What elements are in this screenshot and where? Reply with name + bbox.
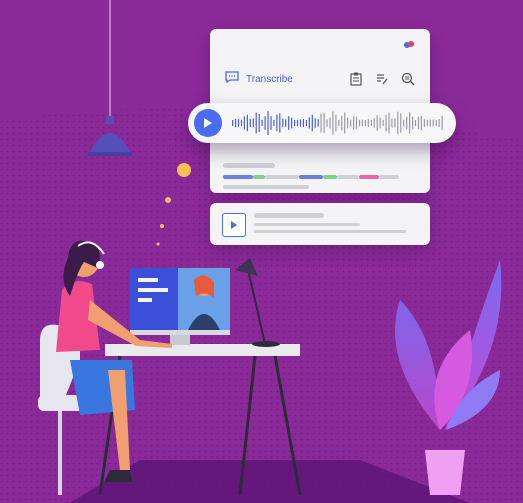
- waveform-bar: [417, 116, 420, 130]
- waveform-bar: [423, 119, 425, 127]
- waveform-bar: [249, 119, 251, 127]
- waveform-bar: [438, 119, 440, 127]
- waveform-bar: [317, 119, 319, 127]
- waveform-bar: [288, 116, 290, 130]
- waveform-bar: [406, 116, 408, 130]
- panel-toolbar: Transcribe: [224, 69, 416, 89]
- waveform-bar: [435, 119, 437, 127]
- waveform-bar: [414, 120, 417, 127]
- waveform-bar: [326, 119, 328, 127]
- waveform-bar: [276, 114, 278, 132]
- waveform-bar: [235, 118, 237, 128]
- waveform-bar: [323, 113, 325, 133]
- waveform-bar: [358, 119, 361, 127]
- waveform-bar: [270, 116, 272, 130]
- waveform-bar: [382, 119, 384, 127]
- waveform-bar: [258, 114, 260, 132]
- waveform-bar: [353, 116, 355, 130]
- waveform-bar: [273, 119, 275, 127]
- waveform-bar: [261, 119, 263, 127]
- clipboard-icon[interactable]: [348, 71, 364, 87]
- waveform-bar: [341, 115, 343, 131]
- waveform-bar: [285, 119, 287, 127]
- audio-player: [188, 103, 456, 143]
- transcribe-button[interactable]: Transcribe: [224, 70, 293, 89]
- waveform-bar: [367, 119, 369, 127]
- play-icon: [204, 118, 212, 128]
- document-edit-icon[interactable]: [374, 71, 390, 87]
- waveform-bar: [243, 116, 245, 130]
- waveform-bar: [344, 112, 346, 134]
- waveform-bar: [320, 113, 322, 133]
- transcript-lines: [223, 163, 399, 189]
- waveform-bar: [379, 117, 381, 129]
- waveform-bar: [308, 117, 310, 129]
- waveform-bar: [420, 116, 422, 131]
- waveform-bar: [237, 119, 240, 127]
- play-icon: [231, 221, 237, 229]
- waveform-bar: [370, 120, 372, 127]
- chat-icon: [224, 70, 240, 89]
- waveform-bar: [305, 120, 307, 126]
- waveform-bar: [291, 117, 293, 129]
- waveform-bar: [246, 114, 248, 132]
- waveform-bar: [232, 120, 234, 126]
- audio-item: [210, 203, 430, 245]
- waveform-bar: [338, 120, 340, 126]
- waveform-bar: [403, 119, 405, 127]
- waveform-bar: [267, 111, 269, 135]
- waveform-bar: [441, 115, 443, 131]
- waveform-bar: [429, 119, 431, 127]
- waveform-bar: [385, 114, 387, 132]
- waveform-bar: [400, 113, 402, 133]
- waveform-bar: [391, 118, 393, 128]
- waveform-bar: [335, 114, 337, 132]
- waveform-bar: [388, 112, 390, 134]
- waveform-bar: [432, 119, 434, 127]
- waveform-bar: [394, 118, 396, 128]
- waveform-bar: [376, 115, 378, 131]
- waveform-bar: [332, 111, 334, 135]
- waveform-bar: [426, 119, 428, 127]
- waveform-bar: [255, 112, 257, 134]
- waveform-bar: [314, 118, 316, 128]
- waveform-bar: [355, 116, 358, 130]
- waveform-bar: [350, 119, 352, 127]
- waveform-bar: [299, 119, 302, 127]
- waveform-bar: [302, 119, 304, 127]
- audio-waveform[interactable]: [230, 109, 445, 137]
- monitor: [130, 268, 230, 345]
- search-text-icon[interactable]: [400, 71, 416, 87]
- waveform-bar: [373, 118, 375, 128]
- waveform-bar: [311, 114, 313, 132]
- transcribe-label: Transcribe: [246, 73, 293, 85]
- waveform-bar: [240, 119, 243, 127]
- waveform-bar: [294, 119, 296, 127]
- waveform-bar: [264, 116, 266, 130]
- waveform-bar: [296, 119, 299, 127]
- waveform-bar: [409, 112, 411, 134]
- waveform-bar: [329, 117, 331, 129]
- waveform-bar: [347, 117, 349, 129]
- waveform-bar: [279, 113, 281, 133]
- waveform-bar: [412, 116, 414, 130]
- waveform-bar: [397, 111, 399, 135]
- small-play-button[interactable]: [222, 213, 246, 237]
- waveform-bar: [361, 119, 363, 127]
- audio-item-lines: [254, 213, 406, 233]
- waveform-bar: [282, 118, 284, 128]
- waveform-bar: [252, 118, 254, 128]
- notification-dots-icon[interactable]: [404, 37, 414, 55]
- waveform-bar: [364, 120, 366, 126]
- play-button[interactable]: [194, 109, 222, 137]
